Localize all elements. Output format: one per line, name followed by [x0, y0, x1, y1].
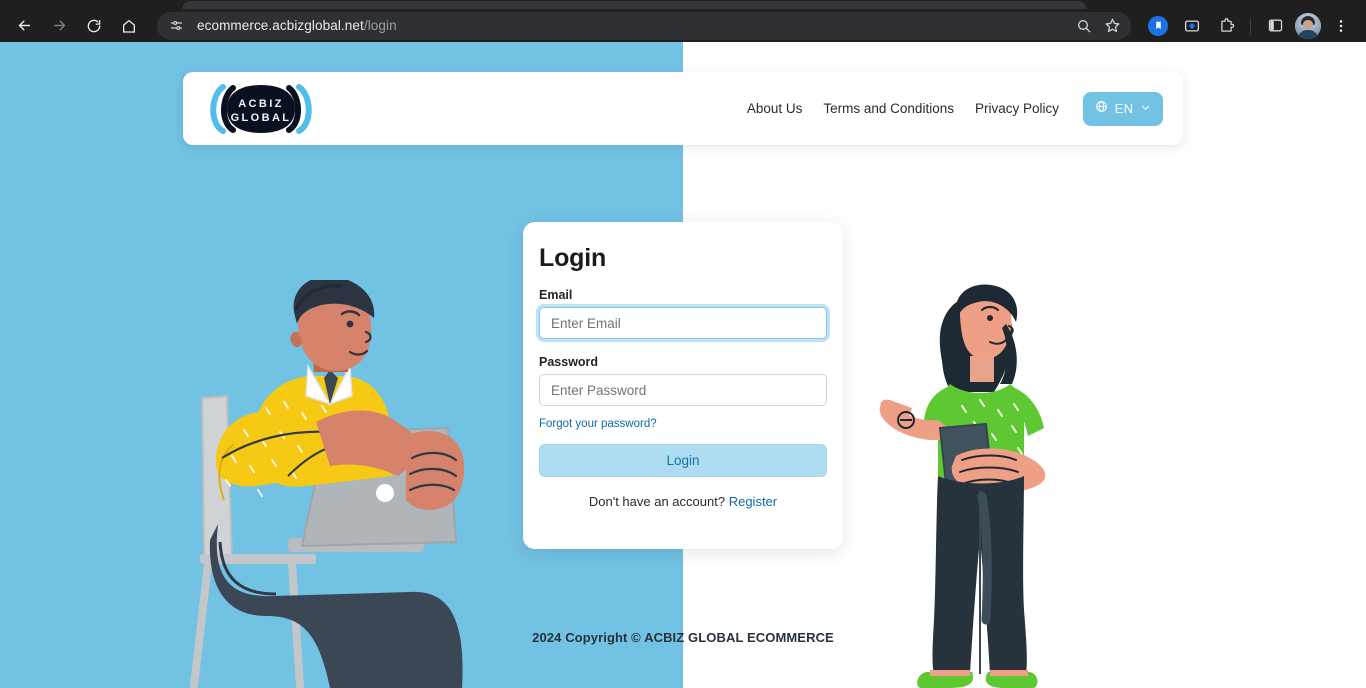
- home-icon[interactable]: [114, 11, 144, 41]
- bookmark-badge-icon[interactable]: [1144, 12, 1172, 40]
- register-link[interactable]: Register: [729, 494, 777, 509]
- site-settings-icon[interactable]: [164, 14, 188, 38]
- browser-toolbar: ecommerce.acbizglobal.net/login: [0, 9, 1366, 42]
- address-bar[interactable]: ecommerce.acbizglobal.net/login: [157, 11, 1131, 40]
- svg-text:ACBIZ: ACBIZ: [238, 98, 284, 110]
- back-arrow-icon[interactable]: [9, 11, 39, 41]
- forward-arrow-icon[interactable]: [44, 11, 74, 41]
- man-with-laptop-illustration: [180, 280, 480, 688]
- login-button[interactable]: Login: [539, 444, 827, 477]
- language-code: EN: [1114, 101, 1134, 116]
- site-header: ACBIZ GLOBAL About Us Terms and Conditio…: [183, 72, 1183, 145]
- password-input[interactable]: [539, 374, 827, 406]
- toolbar-divider: [1250, 17, 1251, 34]
- page-viewport: ACBIZ GLOBAL About Us Terms and Conditio…: [0, 42, 1366, 688]
- login-card: Login Email Password Forgot your passwor…: [523, 222, 843, 549]
- reload-icon[interactable]: [79, 11, 109, 41]
- globe-icon: [1095, 100, 1108, 118]
- search-icon[interactable]: [1071, 13, 1097, 39]
- password-label: Password: [539, 355, 599, 369]
- woman-pointing-illustration: [878, 280, 1078, 688]
- register-prompt-text: Don't have an account?: [588, 494, 726, 509]
- tab-strip: [0, 0, 1366, 11]
- browser-chrome: ecommerce.acbizglobal.net/login: [0, 0, 1366, 42]
- language-switcher[interactable]: EN: [1083, 91, 1163, 126]
- email-label: Email: [539, 288, 573, 302]
- star-icon[interactable]: [1099, 13, 1125, 39]
- profile-avatar-icon[interactable]: [1295, 12, 1321, 39]
- nav-link-privacy[interactable]: Privacy Policy: [975, 101, 1059, 116]
- chevron-down-icon: [1140, 100, 1151, 118]
- screen-recorder-icon[interactable]: [1178, 12, 1206, 40]
- svg-text:GLOBAL: GLOBAL: [231, 112, 292, 124]
- register-prompt-row: Don't have an account? Register: [539, 494, 827, 509]
- three-dot-menu-icon[interactable]: [1327, 12, 1355, 40]
- toolbar-actions: [1141, 12, 1358, 40]
- forgot-password-link[interactable]: Forgot your password?: [539, 418, 657, 430]
- side-panel-icon[interactable]: [1261, 12, 1289, 40]
- email-input[interactable]: [539, 307, 827, 339]
- extensions-puzzle-icon[interactable]: [1212, 12, 1240, 40]
- nav-link-terms[interactable]: Terms and Conditions: [823, 101, 954, 116]
- url-text: ecommerce.acbizglobal.net/login: [197, 18, 397, 33]
- header-navigation: About Us Terms and Conditions Privacy Po…: [747, 91, 1163, 126]
- acbiz-global-logo[interactable]: ACBIZ GLOBAL: [205, 83, 317, 135]
- nav-link-about-us[interactable]: About Us: [747, 101, 803, 116]
- page-title: Login: [539, 244, 607, 272]
